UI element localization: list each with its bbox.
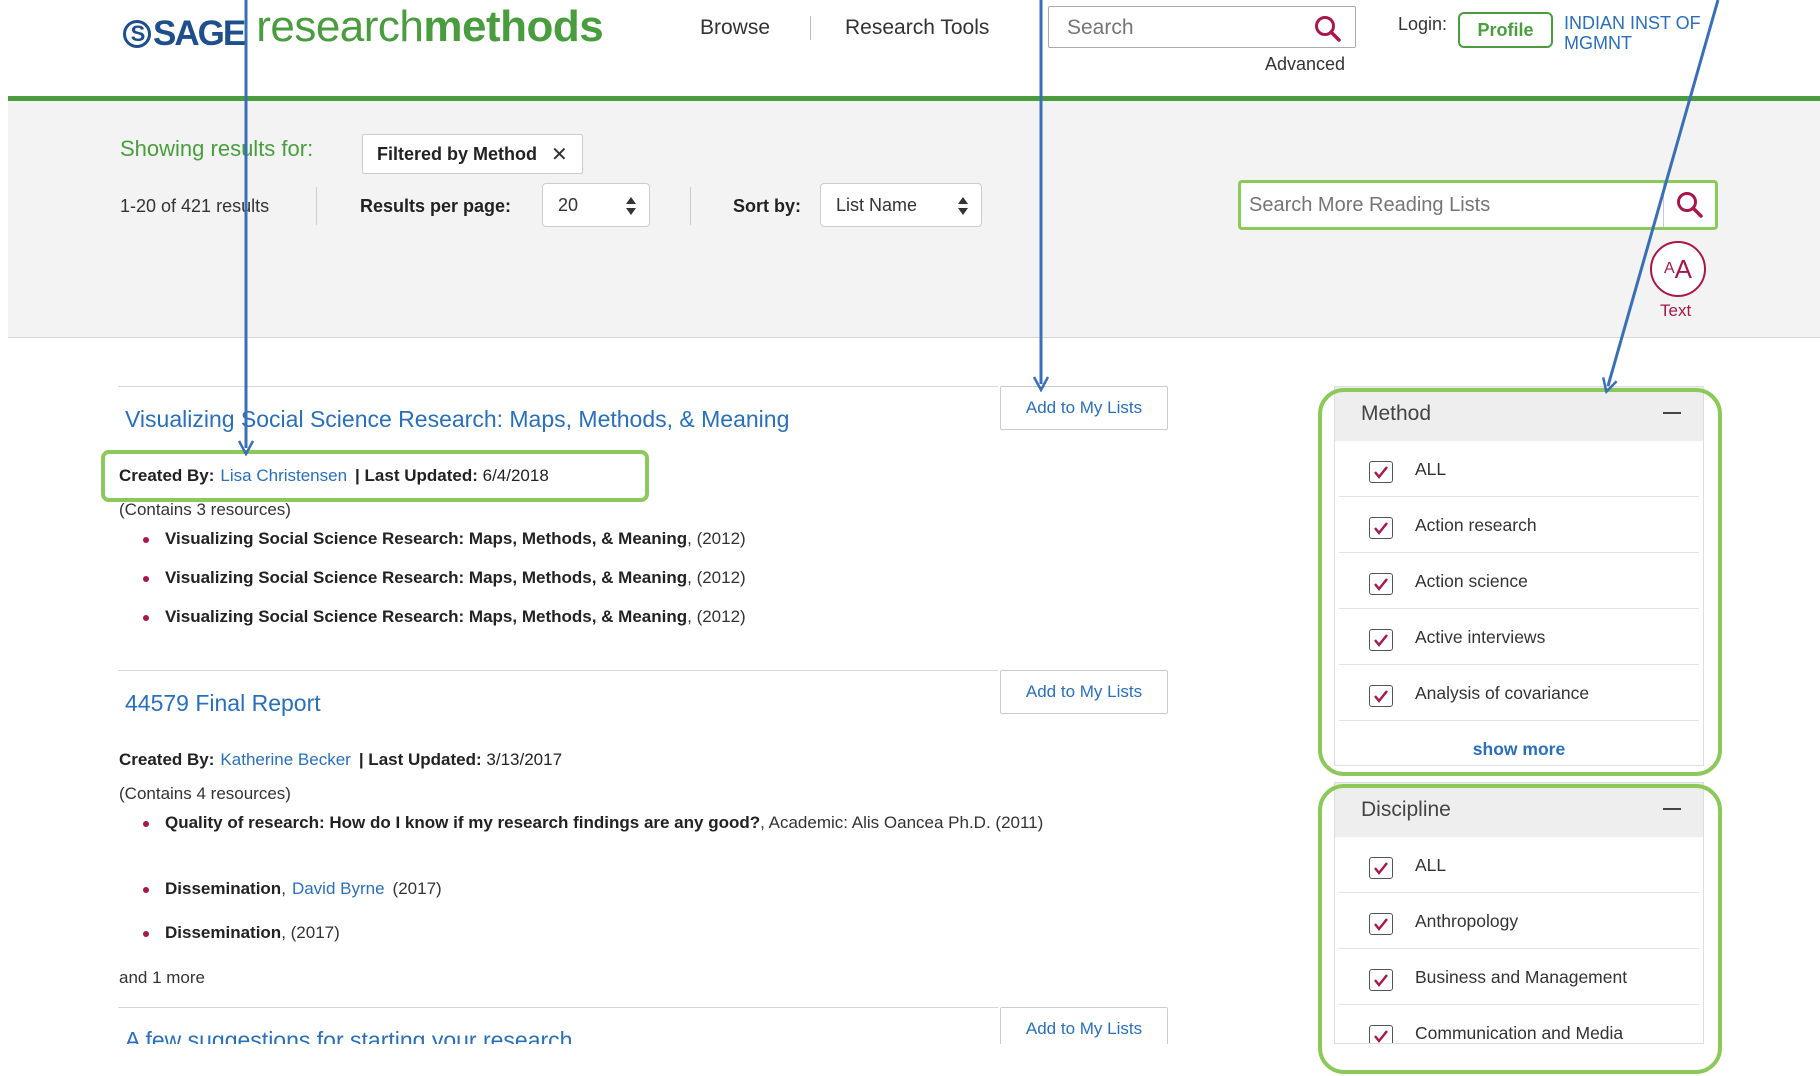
filter-chip-label: Filtered by Method [377,143,538,164]
resource-author-link[interactable]: David Byrne [292,879,385,898]
list-title-link[interactable]: Visualizing Social Science Research: Map… [125,406,789,433]
sage-research-methods-logo[interactable]: S SAGE research methods [123,2,604,54]
resource-separator: , [281,879,286,898]
add-to-my-lists-button[interactable]: Add to My Lists [1000,386,1168,430]
resource-detail: , Academic: Alis Oancea Ph.D. (2011) [760,813,1044,832]
advanced-search-link[interactable]: Advanced [1265,54,1345,75]
resource-item: Visualizing Social Science Research: Map… [143,528,1103,550]
logo-methods: methods [423,2,604,51]
text-size-icon-large: A [1674,253,1692,284]
bullet-icon [143,931,149,937]
results-per-page-value: 20 [558,194,579,215]
text-size-icon: A [1663,260,1675,277]
resource-title[interactable]: Dissemination [165,879,281,898]
resource-title[interactable]: Visualizing Social Science Research: Map… [165,607,687,626]
bullet-icon [143,576,149,582]
nav-browse[interactable]: Browse [700,16,770,40]
filter-chip: Filtered by Method ✕ [362,134,583,174]
list-item: Add to My Lists A few suggestions for st… [118,1007,1168,1044]
resource-item: Quality of research: How do I know if my… [143,812,1073,834]
login-label: Login: [1398,14,1448,34]
resource-title[interactable]: Dissemination [165,923,281,942]
sort-arrows-icon [625,196,637,216]
profile-button[interactable]: Profile [1458,12,1553,48]
search-icon[interactable] [1313,14,1343,44]
site-header: S SAGE research methods Browse Research To… [0,0,1820,98]
results-count: 1-20 of 421 results [120,196,270,216]
resource-title[interactable]: Visualizing Social Science Research: Map… [165,529,687,548]
resource-detail: , (2017) [281,923,340,942]
resource-count: (Contains 4 resources) [119,784,291,803]
add-to-my-lists-button[interactable]: Add to My Lists [1000,670,1168,714]
sort-by-value: List Name [836,194,918,215]
results-per-page-label: Results per page: [360,196,512,216]
resource-item: Visualizing Social Science Research: Map… [143,606,1103,628]
search-divider [1663,183,1664,227]
list-title-link[interactable]: A few suggestions for starting your rese… [125,1027,572,1044]
close-icon[interactable]: ✕ [551,142,568,167]
list-divider [118,386,998,387]
highlight-box [1318,388,1722,776]
text-size-button[interactable]: AA [1650,241,1706,297]
list-meta: Created By: Katherine Becker | Last Update… [119,750,562,770]
author-link[interactable]: Katherine Becker [220,750,350,769]
resource-item: Dissemination, (2017) [143,922,1103,944]
add-to-my-lists-button[interactable]: Add to My Lists [1000,1007,1168,1044]
last-updated-value: 3/13/2017 [486,750,563,769]
logo-sage: S SAGE [123,14,246,54]
sort-by-label: Sort by: [733,196,802,216]
results-per-page-select[interactable]: 20 [542,183,650,227]
search-icon[interactable] [1675,190,1705,220]
nav-research-tools[interactable]: Research Tools [845,16,989,40]
logo-research: research [256,2,424,51]
resource-count: (Contains 3 resources) [119,500,291,519]
list-title-link[interactable]: 44579 Final Report [125,690,321,717]
sage-s-icon: S [123,20,151,48]
resource-detail: , (2012) [687,607,746,626]
toolbar-divider [316,187,317,225]
reading-list-search-box [1238,180,1718,230]
bullet-icon [143,615,149,621]
resource-detail: , (2012) [687,529,746,548]
list-item: Add to My Lists Visualizing Social Scien… [118,386,1168,670]
last-updated-label: | Last Updated: [358,750,482,769]
nav-divider [810,16,811,40]
sort-arrows-icon [957,196,969,216]
resource-title[interactable]: Visualizing Social Science Research: Map… [165,568,687,587]
reading-list-search-input[interactable] [1249,191,1669,219]
list-divider [118,670,998,671]
resource-item: Dissemination, David Byrne (2017) [143,878,1103,900]
results-toolbar: Showing results for: Filtered by Method … [8,101,1820,338]
and-more-link[interactable]: and 1 more [119,968,205,988]
toolbar-divider [690,187,691,225]
resource-item: Visualizing Social Science Research: Map… [143,567,1103,589]
resource-title[interactable]: Quality of research: How do I know if my… [165,813,760,832]
text-size-label: Text [1660,301,1692,320]
bullet-icon [143,887,149,893]
highlight-box [1318,784,1722,1074]
institution-link[interactable]: INDIAN INST OF MGMNT [1564,13,1704,53]
showing-results-label: Showing results for: [120,136,314,161]
header-search-box [1048,6,1356,48]
resource-detail: (2017) [392,879,442,898]
sort-by-select[interactable]: List Name [820,183,982,227]
bullet-icon [143,537,149,543]
list-item: Add to My Lists 44579 Final Report Creat… [118,670,1168,1007]
created-by-label: Created By: [119,750,215,769]
header-search-input[interactable] [1067,16,1297,40]
bullet-icon [143,821,149,827]
highlight-box [101,450,649,502]
list-divider [118,1007,998,1008]
resource-detail: , (2012) [687,568,746,587]
